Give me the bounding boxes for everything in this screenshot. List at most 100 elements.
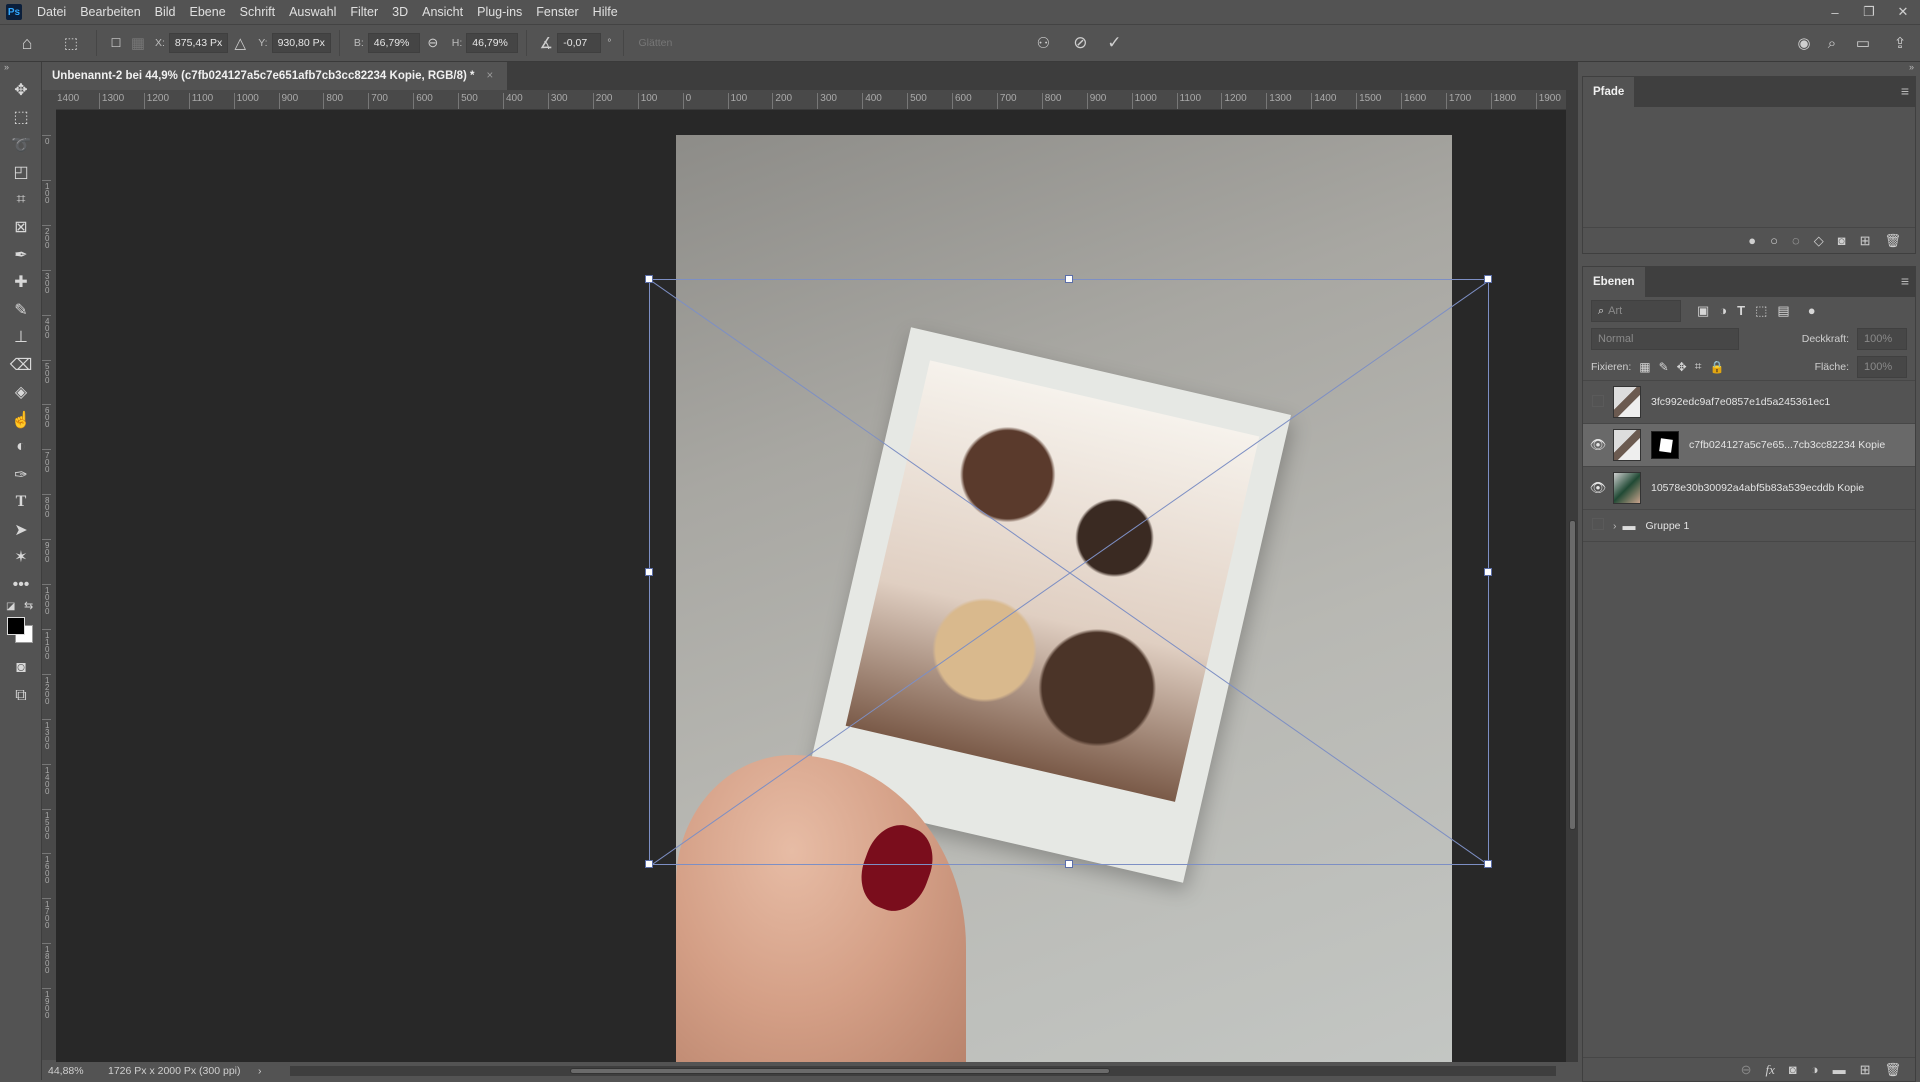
home-icon[interactable]: ⌂ — [0, 33, 54, 54]
menu-ansicht[interactable]: Ansicht — [415, 5, 470, 19]
layer-name[interactable]: c7fb024127a5c7e65...7cb3cc82234 Kopie — [1689, 439, 1885, 451]
layer-name[interactable]: 3fc992edc9af7e0857e1d5a245361ec1 — [1651, 396, 1830, 408]
transform-handle-bottom-left[interactable] — [645, 860, 653, 868]
path-selection-tool-icon[interactable]: ➤ — [0, 516, 42, 544]
vertical-scrollbar[interactable] — [1566, 90, 1578, 1062]
eraser-tool-icon[interactable]: ⌫ — [0, 351, 42, 379]
swap-colors-icon[interactable]: ⇆ — [24, 599, 33, 612]
object-selection-tool-icon[interactable]: ◰ — [0, 159, 42, 187]
restore-button[interactable]: ❐ — [1852, 4, 1886, 20]
close-window-button[interactable]: ✕ — [1886, 4, 1920, 20]
default-colors-icon[interactable]: ◪ — [6, 601, 15, 612]
new-group-icon[interactable]: ▬ — [1833, 1062, 1846, 1077]
angle-field[interactable]: -0,07 — [557, 33, 602, 53]
workspace-icon[interactable]: ▭ — [1846, 34, 1880, 52]
commit-transform-icon[interactable]: ✓ — [1100, 33, 1128, 53]
delete-layer-icon[interactable]: 🗑 — [1884, 1062, 1901, 1078]
fill-field[interactable]: 100% — [1857, 355, 1907, 378]
menu-ebene[interactable]: Ebene — [183, 5, 233, 19]
transform-handle-top[interactable] — [1065, 275, 1073, 283]
link-icon[interactable]: ⊖ — [420, 35, 446, 51]
close-document-icon[interactable]: × — [487, 70, 494, 82]
transform-handle-top-right[interactable] — [1484, 275, 1492, 283]
minimize-button[interactable]: – — [1818, 5, 1852, 20]
cancel-transform-icon[interactable]: ⊘ — [1060, 33, 1100, 53]
transform-handle-top-left[interactable] — [645, 275, 653, 283]
layer-row[interactable]: 👁 10578e30b30092a4abf5b83a539ecddb Kopie — [1583, 467, 1915, 510]
stroke-path-icon[interactable]: ○ — [1770, 233, 1778, 248]
collapse-panels-icon[interactable]: » — [1578, 62, 1920, 76]
make-work-path-icon[interactable]: ◇ — [1814, 233, 1824, 249]
menu-bearbeiten[interactable]: Bearbeiten — [73, 5, 147, 19]
canvas-area[interactable] — [56, 110, 1566, 1062]
transform-handle-left[interactable] — [645, 568, 653, 576]
transform-handle-bottom[interactable] — [1065, 860, 1073, 868]
vertical-scroll-thumb[interactable] — [1569, 520, 1576, 830]
healing-brush-tool-icon[interactable]: ✚ — [0, 269, 42, 297]
menu-auswahl[interactable]: Auswahl — [282, 5, 343, 19]
eyedropper-tool-icon[interactable]: ✒ — [0, 241, 42, 269]
move-tool-icon[interactable]: ✥ — [0, 76, 42, 104]
opacity-field[interactable]: 100% — [1857, 328, 1907, 350]
fx-icon[interactable]: fx — [1765, 1062, 1774, 1078]
share-icon[interactable]: ⇪ — [1880, 34, 1920, 52]
menu-plugins[interactable]: Plug-ins — [470, 5, 529, 19]
new-layer-icon[interactable]: ⊞ — [1860, 1062, 1871, 1078]
learn-icon[interactable]: ◉ — [1790, 34, 1818, 52]
blend-mode-select[interactable]: Normal — [1591, 328, 1739, 350]
add-mask-icon[interactable]: ◙ — [1838, 233, 1846, 248]
menu-filter[interactable]: Filter — [343, 5, 385, 19]
horizontal-scroll-thumb[interactable] — [570, 1068, 1110, 1074]
paths-panel-menu-icon[interactable]: ≡ — [1895, 83, 1915, 107]
visibility-toggle-off[interactable] — [1583, 518, 1613, 533]
menu-fenster[interactable]: Fenster — [529, 5, 585, 19]
more-tools-icon[interactable]: ••• — [0, 571, 42, 599]
filter-adjustment-layers-icon[interactable]: ◑ — [1719, 303, 1727, 319]
filter-toggle-icon[interactable]: ● — [1808, 303, 1816, 319]
crop-tool-icon[interactable]: ⌗ — [0, 186, 42, 214]
brush-tool-icon[interactable]: ✎ — [0, 296, 42, 324]
delete-path-icon[interactable]: 🗑 — [1884, 233, 1901, 249]
fill-path-icon[interactable]: ● — [1748, 233, 1756, 248]
layer-group-row[interactable]: › ▬ Gruppe 1 — [1583, 510, 1915, 542]
status-menu-arrow[interactable]: › — [248, 1065, 262, 1077]
filter-smart-objects-icon[interactable]: ▤ — [1777, 303, 1789, 319]
menu-bild[interactable]: Bild — [148, 5, 183, 19]
reference-point-grid-icon[interactable]: ▦ — [127, 34, 149, 52]
transform-tool-icon[interactable]: ⬚ — [54, 34, 88, 52]
tab-paths[interactable]: Pfade — [1583, 77, 1635, 107]
zoom-level[interactable]: 44,88% — [42, 1065, 98, 1077]
eye-icon[interactable]: 👁 — [1583, 437, 1613, 453]
layer-name[interactable]: 10578e30b30092a4abf5b83a539ecddb Kopie — [1651, 482, 1864, 494]
lock-all-icon[interactable]: 🔒 — [1710, 360, 1725, 374]
document-tab[interactable]: Unbenannt-2 bei 44,9% (c7fb024127a5c7e65… — [42, 62, 508, 90]
vertical-ruler[interactable]: 0 100 200 300 400 500 600 700 800 900 1000 1100 1200… — [42, 90, 56, 1060]
filter-shape-layers-icon[interactable]: ⬚ — [1755, 303, 1767, 319]
screen-mode-icon[interactable]: ⧉ — [0, 682, 42, 710]
y-position-field[interactable]: 930,80 Px — [271, 33, 331, 53]
menu-hilfe[interactable]: Hilfe — [586, 5, 625, 19]
link-layers-icon[interactable]: ⊖ — [1741, 1062, 1752, 1078]
transform-bounding-box[interactable] — [645, 275, 1492, 868]
layer-row-selected[interactable]: 👁 c7fb024127a5c7e65...7cb3cc82234 Kopie — [1583, 424, 1915, 467]
paint-bucket-tool-icon[interactable]: ◈ — [0, 379, 42, 407]
pen-tool-icon[interactable]: ✑ — [0, 461, 42, 489]
relative-position-icon[interactable]: △ — [228, 34, 252, 52]
add-layer-mask-icon[interactable]: ◙ — [1789, 1062, 1797, 1077]
transform-handle-right[interactable] — [1484, 568, 1492, 576]
tab-layers[interactable]: Ebenen — [1583, 267, 1645, 297]
marquee-tool-icon[interactable]: ⬚ — [0, 104, 42, 132]
layers-panel-menu-icon[interactable]: ≡ — [1895, 273, 1915, 297]
chevron-right-icon[interactable]: › — [1613, 520, 1617, 532]
visibility-toggle-off[interactable] — [1583, 394, 1613, 410]
frame-tool-icon[interactable]: ⊠ — [0, 214, 42, 242]
filter-type-layers-icon[interactable]: T — [1737, 303, 1745, 319]
new-path-icon[interactable]: ⊞ — [1860, 233, 1871, 249]
smooth-checkbox-label[interactable]: Glätten — [638, 37, 672, 49]
menu-datei[interactable]: Datei — [30, 5, 73, 19]
type-tool-icon[interactable]: T — [0, 489, 42, 517]
layer-name[interactable]: Gruppe 1 — [1646, 520, 1690, 532]
smudge-tool-icon[interactable]: ☝ — [0, 406, 42, 434]
stamp-tool-icon[interactable]: ⊥ — [0, 324, 42, 352]
menu-schrift[interactable]: Schrift — [233, 5, 282, 19]
